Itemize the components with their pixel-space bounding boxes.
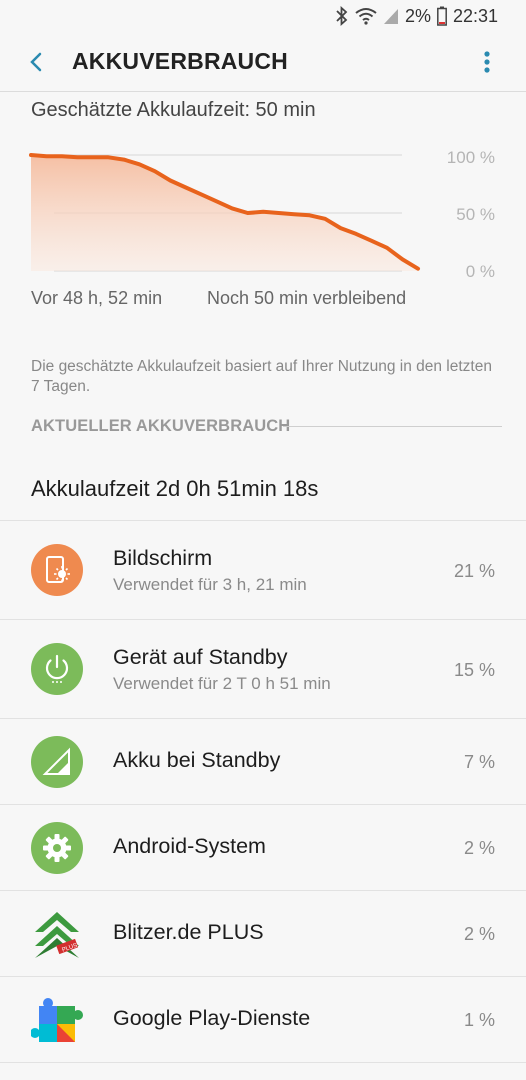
cell-signal-icon [31, 736, 83, 788]
app-bar-divider [0, 91, 526, 92]
battery-life-total: Akkulaufzeit 2d 0h 51min 18s [31, 476, 319, 501]
list-item-text: Google Play-Dienste [113, 1006, 310, 1031]
blitzer-app-icon: PLUS [35, 912, 79, 958]
item-percent: 15 % [453, 660, 495, 680]
battery-low-icon [437, 6, 447, 26]
list-item-geraet-standby[interactable]: Gerät auf Standby Verwendet für 2 T 0 h … [0, 619, 526, 718]
gear-icon [31, 822, 83, 874]
wifi-icon [355, 7, 377, 25]
item-percent: 7 % [463, 752, 495, 772]
list-item-blitzer[interactable]: PLUS Blitzer.de PLUS 2 % [0, 890, 526, 976]
puzzle-piece-icon [31, 998, 83, 1042]
clock-time: 22:31 [452, 5, 498, 26]
item-name: Android-System [113, 834, 266, 858]
list-item-bildschirm[interactable]: Bildschirm Verwendet für 3 h, 21 min 21 … [0, 520, 526, 619]
item-name: Google Play-Dienste [113, 1006, 311, 1030]
battery-percent: 2% [404, 5, 431, 26]
item-usage-duration: Verwendet für 3 h, 21 min [113, 575, 307, 594]
bluetooth-icon [335, 6, 349, 26]
list-item-text: Android-System [113, 834, 266, 859]
screen-brightness-icon [31, 544, 83, 596]
more-vert-icon [484, 51, 490, 73]
list-item-text: Gerät auf Standby Verwendet für 2 T 0 h … [113, 645, 331, 694]
item-percent: 21 % [453, 561, 495, 581]
item-name: Akku bei Standby [113, 748, 281, 772]
item-percent: 2 % [463, 838, 495, 858]
item-name: Blitzer.de PLUS [113, 920, 264, 944]
item-percent: 2 % [463, 924, 495, 944]
more-options-button[interactable] [474, 46, 500, 80]
item-usage-duration: Verwendet für 2 T 0 h 51 min [113, 674, 331, 693]
estimated-battery-time: Geschätzte Akkulaufzeit: 50 min [31, 99, 316, 121]
app-bar: AKKUVERBRAUCH [0, 32, 526, 92]
y-tick-50: 50 % [456, 205, 495, 224]
estimate-note: Die geschätzte Akkulaufzeit basiert auf … [31, 358, 492, 395]
list-item-akku-standby[interactable]: Akku bei Standby 7 % [0, 718, 526, 804]
cell-signal-icon [383, 7, 399, 25]
section-title: AKTUELLER AKKUVERBRAUCH [31, 417, 291, 435]
list-item-android-system[interactable]: Android-System 2 % [0, 804, 526, 890]
x-start-label: Vor 48 h, 52 min [31, 288, 163, 308]
list-item-text: Akku bei Standby [113, 748, 280, 773]
list-item-text: Blitzer.de PLUS [113, 920, 264, 945]
back-arrow-icon [30, 52, 42, 72]
x-end-label: Noch 50 min verbleibend [207, 288, 407, 308]
y-tick-100: 100 % [446, 148, 495, 167]
status-bar: 2% 22:31 [0, 0, 526, 32]
back-button[interactable] [22, 46, 52, 78]
item-name: Gerät auf Standby [113, 645, 288, 669]
power-icon [31, 643, 83, 695]
usage-list: Bildschirm Verwendet für 3 h, 21 min 21 … [0, 520, 526, 1063]
y-tick-0: 0 % [465, 262, 495, 281]
page-title: AKKUVERBRAUCH [72, 48, 288, 74]
item-name: Bildschirm [113, 546, 213, 570]
section-divider [283, 426, 502, 427]
item-percent: 1 % [463, 1010, 495, 1030]
list-item-text: Bildschirm Verwendet für 3 h, 21 min [113, 546, 307, 595]
list-item-google-play-dienste[interactable]: Google Play-Dienste 1 % [0, 976, 526, 1063]
